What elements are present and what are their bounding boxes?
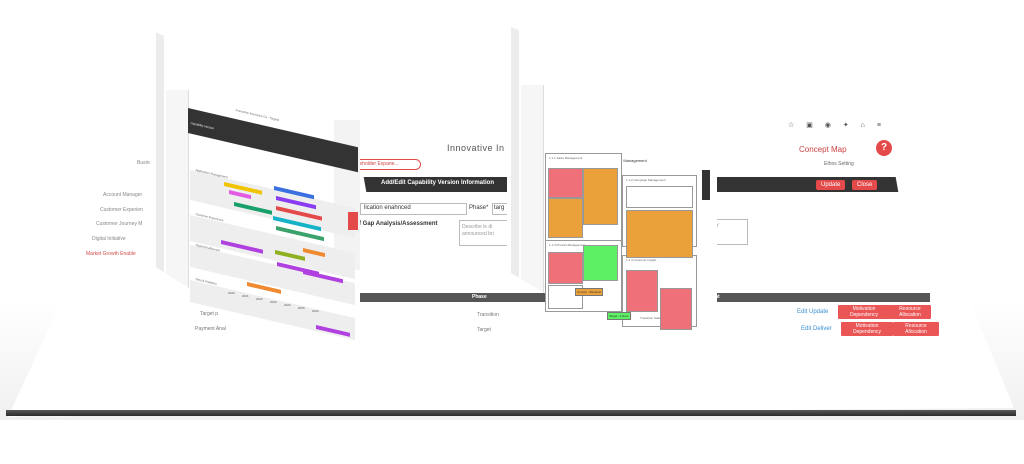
sidebar-item-1[interactable]: Customer Experien <box>100 207 143 213</box>
heatmap-dark-tab <box>702 170 710 200</box>
edit-deliver-link[interactable]: Edit Deliver <box>801 326 832 332</box>
motivation-dependency-chip-1[interactable]: Motivation Dependency <box>838 305 890 319</box>
capability-card-label-3: 1.1.4 Customer Insight <box>626 258 657 262</box>
heatmap-tile[interactable] <box>548 168 583 198</box>
table-row-0-name: Target p <box>200 311 219 317</box>
user-label[interactable]: Ethos Setting <box>824 161 854 167</box>
hero-composition: ☆ ▣ ◉ ✦ ⌂ ≡ Innovative In Concept Map ? … <box>0 0 1024 464</box>
heatmap-tile[interactable] <box>583 245 618 281</box>
heatmap-tile[interactable] <box>660 288 692 330</box>
update-button[interactable]: Update <box>816 180 846 190</box>
legend-target: Target - Future <box>607 312 631 320</box>
capability-card-label-2: 1.1.3 Product Management <box>549 243 586 247</box>
add-edit-title: Add/Edit Capability Version Information <box>381 180 495 186</box>
sidebar-item-3[interactable]: Digital Initiative <box>92 236 126 242</box>
heatmap-tile[interactable] <box>583 168 618 225</box>
heatmap-tile[interactable] <box>548 198 583 238</box>
edit-update-link[interactable]: Edit Update <box>797 309 828 315</box>
application-field-value: lication enahnced <box>364 205 411 211</box>
heatmap-tile[interactable] <box>626 210 693 258</box>
phase-value: targ <box>494 205 505 211</box>
roadmap-side-nav[interactable] <box>166 90 189 300</box>
motivation-dependency-chip-2[interactable]: Motivation Dependency <box>841 322 893 336</box>
resource-allocation-chip-2[interactable]: Resource Allocation <box>893 322 939 336</box>
concept-map-link[interactable]: Concept Map <box>799 145 847 154</box>
roadmap-browser-chrome <box>156 30 164 300</box>
sidebar-item-4[interactable]: Market Growth Enable <box>86 251 136 257</box>
phase-column-header: Phase <box>472 294 487 300</box>
roadmap-tick-6: 2026 <box>312 309 319 313</box>
capability-card-label-1: 1.1.2 Campaign Management <box>626 178 666 182</box>
capability-card-label-0: 1.1.1 Sales Management <box>549 156 583 160</box>
phase-label: Phase* <box>469 205 489 211</box>
heatmap-tile[interactable] <box>548 252 583 284</box>
base-window-edge <box>6 410 1016 416</box>
roadmap-tick-3: 2023 <box>270 300 277 304</box>
page-title: Innovative In <box>447 143 505 153</box>
legend-transition: Transition State <box>640 316 661 320</box>
roadmap-tick-2: 2022 <box>256 297 263 301</box>
table-row-0-phase: Transition <box>477 312 499 318</box>
heatmap-browser-chrome <box>511 25 519 295</box>
heatmap-side-nav[interactable] <box>521 85 544 295</box>
help-icon[interactable]: ? <box>876 140 892 156</box>
roadmap-tick-0: 2020 <box>228 291 235 295</box>
roadmap-tick-5: 2025 <box>298 306 305 310</box>
heatmap-tile[interactable] <box>626 270 658 312</box>
sidebar-item-0[interactable]: Account Manager <box>103 192 142 198</box>
table-row-1-phase: Target <box>477 327 491 333</box>
resource-allocation-chip-1[interactable]: Resource Allocation <box>889 305 931 319</box>
gap-hint-2: announced bri <box>462 231 494 237</box>
browser-toolbar-icons[interactable]: ☆ ▣ ◉ ✦ ⌂ ≡ <box>788 121 886 129</box>
legend-current: Current - Baseline <box>575 288 604 296</box>
sidebar-item-2[interactable]: Customer Journey M <box>96 221 142 227</box>
roadmap-red-marker <box>348 212 358 230</box>
gap-hint-1: Describe le di <box>462 224 493 230</box>
gap-analysis-label: f Gap Analysis/Assessment <box>359 221 438 227</box>
close-button[interactable]: Close <box>852 180 878 190</box>
heatmap-tile[interactable] <box>626 186 693 208</box>
table-row-1-name: Payment Anal <box>195 326 226 332</box>
roadmap-tick-4: 2024 <box>284 303 291 307</box>
roadmap-tick-1: 2021 <box>242 294 249 298</box>
